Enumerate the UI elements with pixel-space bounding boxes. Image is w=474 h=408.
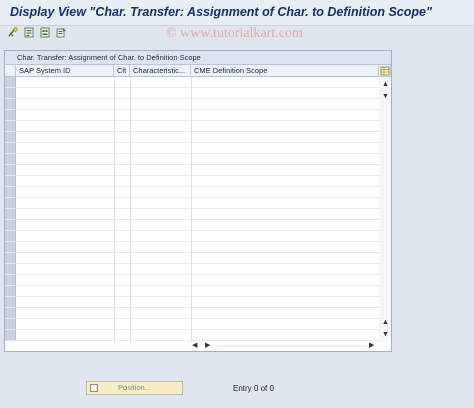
row-selector[interactable]: [5, 286, 16, 297]
table-row[interactable]: [16, 187, 379, 198]
row-selector[interactable]: [5, 242, 16, 253]
title-bar: Display View "Char. Transfer: Assignment…: [0, 0, 474, 26]
horizontal-scrollbar[interactable]: ◀ ▶ ▶: [189, 341, 379, 351]
scroll-up-icon[interactable]: ▲: [382, 81, 389, 88]
row-selector[interactable]: [5, 297, 16, 308]
table-row[interactable]: [16, 275, 379, 286]
table-settings-icon: [380, 66, 390, 76]
table-row[interactable]: [16, 220, 379, 231]
row-selector-column: [5, 77, 16, 342]
column-divider: [191, 77, 192, 342]
table-row[interactable]: [16, 99, 379, 110]
table-row[interactable]: [16, 308, 379, 319]
vertical-scrollbar[interactable]: ▲ ▼ ▲ ▼: [379, 77, 391, 342]
column-divider: [130, 77, 131, 342]
row-selector[interactable]: [5, 187, 16, 198]
table-row[interactable]: [16, 297, 379, 308]
entry-counter: Entry 0 of 0: [233, 384, 274, 393]
row-selector[interactable]: [5, 253, 16, 264]
scroll-track[interactable]: [217, 345, 367, 347]
row-selector[interactable]: [5, 319, 16, 330]
row-selector[interactable]: [5, 132, 16, 143]
row-selector[interactable]: [5, 275, 16, 286]
row-selector[interactable]: [5, 77, 16, 88]
table-row[interactable]: [16, 286, 379, 297]
table-row[interactable]: [16, 264, 379, 275]
row-selector[interactable]: [5, 231, 16, 242]
scroll-up-icon[interactable]: ▲: [382, 319, 389, 326]
row-selector[interactable]: [5, 99, 16, 110]
row-selector[interactable]: [5, 110, 16, 121]
row-selector[interactable]: [5, 121, 16, 132]
table-row[interactable]: [16, 77, 379, 88]
column-header-cme-definition-scope[interactable]: CME Definition Scope: [191, 65, 379, 77]
row-selector[interactable]: [5, 209, 16, 220]
table-row[interactable]: [16, 319, 379, 330]
table-row[interactable]: [16, 165, 379, 176]
select-all-header[interactable]: [5, 65, 16, 77]
table-control: Char. Transfer: Assignment of Char. to D…: [4, 50, 392, 352]
details-icon[interactable]: [24, 27, 35, 38]
row-selector[interactable]: [5, 176, 16, 187]
row-selector[interactable]: [5, 330, 16, 341]
table-row[interactable]: [16, 231, 379, 242]
scroll-right-icon[interactable]: ▶: [205, 342, 210, 349]
table-row[interactable]: [16, 132, 379, 143]
row-selector[interactable]: [5, 165, 16, 176]
column-header-clt[interactable]: Clt: [114, 65, 130, 77]
table-row[interactable]: [16, 330, 379, 341]
table-row[interactable]: [16, 209, 379, 220]
position-button-label: Position...: [118, 383, 151, 392]
scroll-right-icon[interactable]: ▶: [369, 342, 374, 349]
row-selector[interactable]: [5, 88, 16, 99]
row-selector[interactable]: [5, 154, 16, 165]
position-button[interactable]: Position...: [86, 381, 183, 395]
navigate-icon[interactable]: [40, 27, 51, 38]
table-row[interactable]: [16, 242, 379, 253]
scroll-down-icon[interactable]: ▼: [382, 93, 389, 100]
table-title: Char. Transfer: Assignment of Char. to D…: [5, 51, 391, 65]
scroll-left-icon[interactable]: ◀: [192, 342, 197, 349]
position-icon: [90, 384, 98, 392]
application-toolbar: [0, 26, 474, 42]
row-selector[interactable]: [5, 264, 16, 275]
column-divider: [114, 77, 115, 342]
table-row[interactable]: [16, 253, 379, 264]
table-row[interactable]: [16, 176, 379, 187]
table-row[interactable]: [16, 143, 379, 154]
table-row[interactable]: [16, 110, 379, 121]
table-settings-button[interactable]: [379, 65, 391, 77]
glasses-icon[interactable]: [8, 27, 19, 38]
scroll-down-icon[interactable]: ▼: [382, 331, 389, 338]
table-row[interactable]: [16, 121, 379, 132]
export-icon[interactable]: [56, 27, 67, 38]
row-selector[interactable]: [5, 220, 16, 231]
table-row[interactable]: [16, 88, 379, 99]
column-header-characteristic[interactable]: Characteristic...: [130, 65, 191, 77]
row-selector[interactable]: [5, 308, 16, 319]
window-title: Display View "Char. Transfer: Assignment…: [10, 5, 432, 19]
row-selector[interactable]: [5, 143, 16, 154]
table-row[interactable]: [16, 198, 379, 209]
column-header-sap-system-id[interactable]: SAP System ID: [16, 65, 114, 77]
row-selector[interactable]: [5, 198, 16, 209]
table-row[interactable]: [16, 154, 379, 165]
